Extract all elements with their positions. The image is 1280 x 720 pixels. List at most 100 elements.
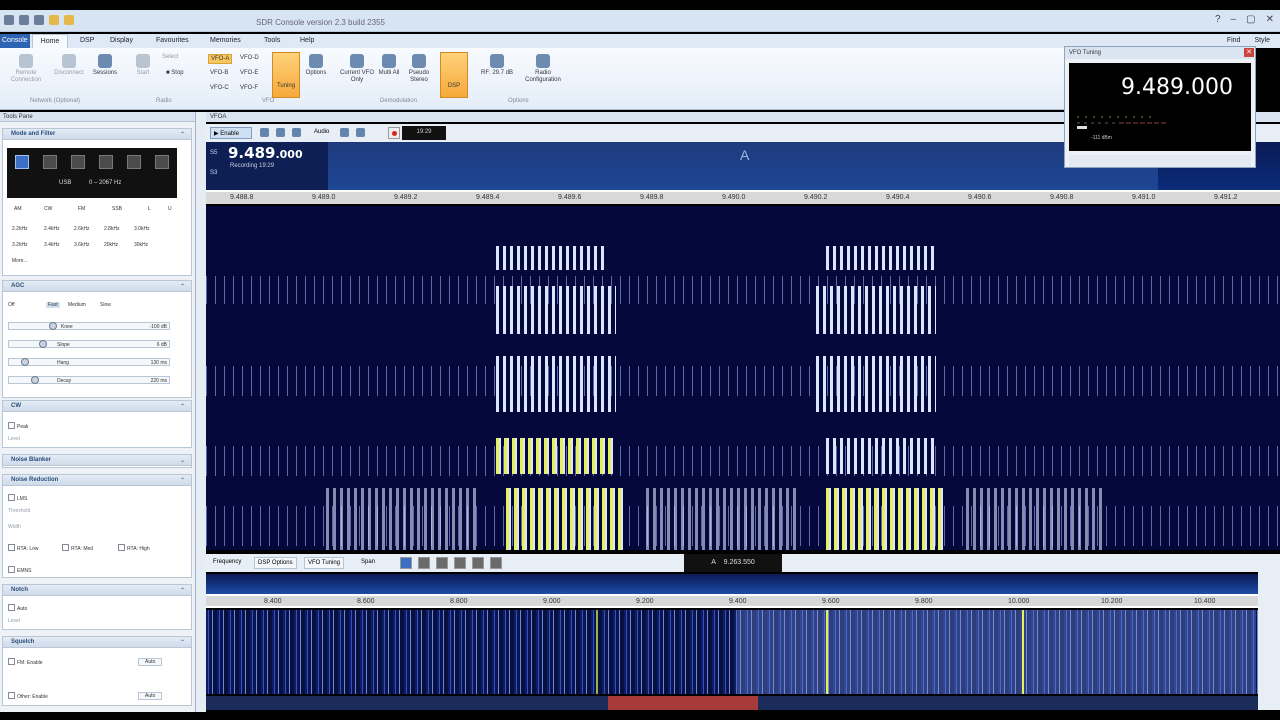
frequency-tab[interactable]: Frequency — [210, 557, 244, 569]
audio-options-icon[interactable] — [340, 128, 349, 137]
pane-splitter[interactable] — [196, 112, 206, 712]
filter-2-8[interactable]: 2.8kHz — [104, 226, 120, 232]
tab-memories[interactable]: Memories — [210, 37, 241, 44]
band-selection[interactable] — [608, 696, 758, 710]
vfo-f-button[interactable]: VFO-F — [238, 84, 260, 92]
vfo-a-button[interactable]: VFO-A — [208, 54, 233, 64]
agc-medium[interactable]: Medium — [68, 302, 86, 308]
noise-reduction-header[interactable]: Noise Reduction ⌃ — [3, 475, 191, 486]
vfo-waterfall[interactable] — [206, 206, 1280, 550]
slope-knob[interactable] — [39, 340, 47, 348]
cw-peak-checkbox[interactable]: Peak — [8, 422, 28, 430]
cw-header[interactable]: CW ⌃ — [3, 401, 191, 412]
agc-header[interactable]: AGC ⌃ — [3, 281, 191, 292]
audio-dropdown[interactable]: Audio — [314, 129, 329, 135]
vfo-tuning-frequency[interactable]: 9.489.000 — [1121, 75, 1233, 100]
remove-icon[interactable] — [276, 128, 285, 137]
minimize-icon[interactable]: – — [1231, 14, 1237, 25]
options-button[interactable]: Options — [302, 54, 330, 77]
window-controls[interactable]: ? – ▢ ✕ — [1215, 14, 1274, 25]
close-icon[interactable]: ✕ — [1244, 48, 1254, 57]
vfo-d-button[interactable]: VFO-D — [238, 54, 261, 62]
tab-display[interactable]: Display — [110, 37, 133, 44]
select-button[interactable]: Select — [162, 54, 198, 61]
agc-slow[interactable]: Slow — [100, 302, 111, 308]
mode-other-icon[interactable] — [155, 155, 169, 169]
filter-3-0[interactable]: 3.0kHz — [134, 226, 150, 232]
collapse-icon[interactable]: ⌃ — [180, 283, 185, 290]
stop-button[interactable]: ■ Stop — [166, 70, 202, 77]
mode-am-icon[interactable] — [71, 155, 85, 169]
agc-fast[interactable]: Fast — [46, 302, 60, 308]
add-icon[interactable] — [260, 128, 269, 137]
mode-cw-icon[interactable] — [127, 155, 141, 169]
filter-20k[interactable]: 20kHz — [104, 242, 118, 248]
notch-header[interactable]: Notch ⌃ — [3, 585, 191, 596]
resize-icon[interactable] — [292, 128, 301, 137]
vfo-b-button[interactable]: VFO-B — [208, 69, 230, 77]
span-dropdown[interactable]: Span — [358, 557, 378, 569]
tab-favourites[interactable]: Favourites — [156, 37, 189, 44]
tab-home[interactable]: Home — [32, 34, 68, 48]
selector-ssb[interactable]: SSB — [112, 206, 122, 212]
squelch-header[interactable]: Squelch ⌃ — [3, 637, 191, 648]
remote-connection-button[interactable]: Remote Connection — [6, 54, 46, 84]
emns-radio[interactable]: EMNS — [8, 566, 31, 574]
tab-help[interactable]: Help — [300, 37, 314, 44]
pseudo-stereo-button[interactable]: Pseudo Stereo — [404, 54, 434, 84]
current-vfo-only-button[interactable]: Current VFO Only — [340, 54, 374, 84]
multi-all-button[interactable]: Multi All — [378, 54, 400, 77]
mode-lsb-icon[interactable] — [43, 155, 57, 169]
agc-off[interactable]: Off — [8, 302, 15, 308]
collapse-icon[interactable]: ⌃ — [180, 131, 185, 138]
right-scroll-controls[interactable] — [1258, 560, 1280, 710]
find-button[interactable]: Find — [1227, 37, 1241, 44]
decay-slider[interactable]: Decay 220 ms — [8, 376, 170, 384]
dsp-button[interactable]: DSP — [440, 52, 468, 98]
knee-knob[interactable] — [49, 322, 57, 330]
vfo-tuning-tab[interactable]: VFO Tuning — [304, 557, 345, 569]
filter-2-4[interactable]: 2.4kHz — [44, 226, 60, 232]
noise-blanker-header[interactable]: Noise Blanker ⌄ — [3, 455, 191, 466]
maximize-icon[interactable]: ▢ — [1246, 14, 1255, 25]
filter-3-2[interactable]: 3.2kHz — [12, 242, 28, 248]
enable-button[interactable]: ▶ Enable — [210, 127, 252, 139]
selector-am[interactable]: AM — [14, 206, 22, 212]
rta-med-radio[interactable]: RTA: Med — [62, 544, 93, 552]
other-enable-checkbox[interactable]: Other: Enable — [8, 692, 48, 700]
favourite-icon[interactable] — [49, 15, 59, 25]
zoom-5-icon[interactable] — [472, 557, 484, 569]
vfo-frequency[interactable]: 9.489.000 — [228, 144, 303, 162]
selector-fm[interactable]: FM — [78, 206, 85, 212]
filter-2-6[interactable]: 2.6kHz — [74, 226, 90, 232]
collapse-icon[interactable]: ⌃ — [180, 587, 185, 594]
decay-knob[interactable] — [31, 376, 39, 384]
mode-filter-header[interactable]: Mode and Filter ⌃ — [3, 129, 191, 140]
zoom-1-icon[interactable] — [400, 557, 412, 569]
zoom-2-icon[interactable] — [418, 557, 430, 569]
filter-30k[interactable]: 30kHz — [134, 242, 148, 248]
start-button[interactable]: Start — [132, 54, 154, 77]
notch-auto-checkbox[interactable]: Auto — [8, 604, 27, 612]
wide-waterfall[interactable] — [206, 610, 1258, 694]
disconnect-button[interactable]: Disconnect — [48, 54, 90, 77]
help-icon[interactable]: ? — [1215, 14, 1221, 25]
sessions-button[interactable]: Sessions — [90, 54, 120, 77]
zoom-6-icon[interactable] — [490, 557, 502, 569]
vfo-c-button[interactable]: VFO-C — [208, 84, 231, 92]
radio-configuration-button[interactable]: Radio Configuration — [518, 54, 568, 84]
band-strip[interactable] — [206, 696, 1258, 710]
style-button[interactable]: Style — [1254, 37, 1270, 44]
expand-icon[interactable]: ⌄ — [180, 457, 185, 464]
collapse-icon[interactable]: ⌃ — [180, 639, 185, 646]
selector-l[interactable]: L — [148, 206, 151, 212]
tab-dsp[interactable]: DSP — [80, 37, 94, 44]
filter-2-2[interactable]: 2.2kHz — [12, 226, 28, 232]
selector-cw[interactable]: CW — [44, 206, 52, 212]
rta-low-radio[interactable]: RTA: Low — [8, 544, 39, 552]
save-icon[interactable] — [19, 15, 29, 25]
filter-3-6[interactable]: 3.6kHz — [74, 242, 90, 248]
zoom-4-icon[interactable] — [454, 557, 466, 569]
tuning-button[interactable]: Tuning — [272, 52, 300, 98]
record-button[interactable] — [388, 127, 400, 139]
